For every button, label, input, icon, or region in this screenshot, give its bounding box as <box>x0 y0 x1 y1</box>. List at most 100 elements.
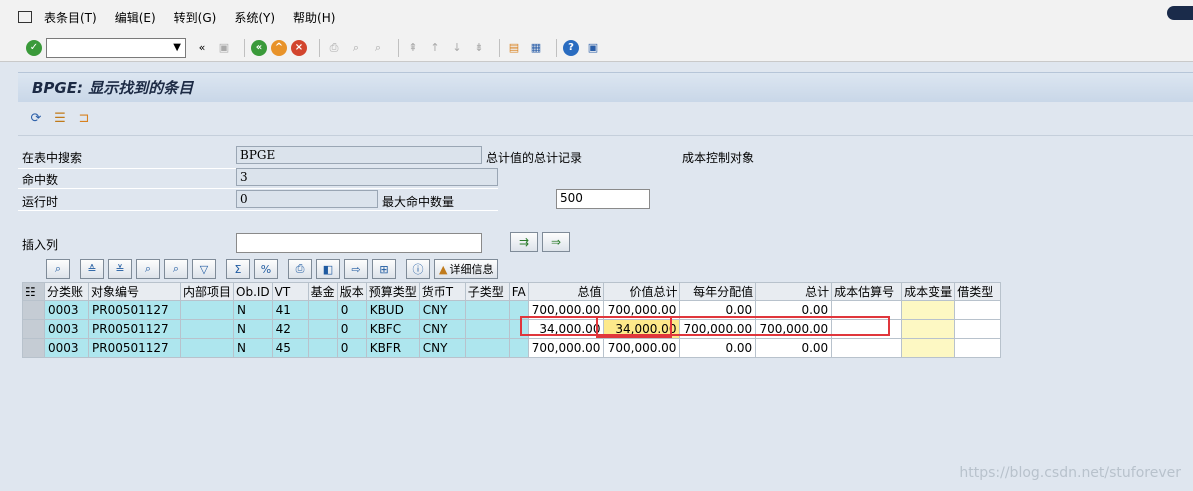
table-cell[interactable]: N <box>233 300 273 320</box>
column-header[interactable]: 成本变量 <box>901 282 956 301</box>
table-cell[interactable] <box>901 319 956 339</box>
find-icon[interactable]: ⌕ <box>348 40 364 56</box>
settings-icon[interactable]: ☰ <box>52 111 68 127</box>
enter-icon[interactable]: ✓ <box>26 39 42 56</box>
table-cell[interactable] <box>179 319 235 339</box>
select-all-header[interactable]: ☷ <box>22 282 45 301</box>
table-cell[interactable] <box>179 338 235 358</box>
column-header[interactable]: 总计 <box>755 282 833 301</box>
table-cell[interactable]: 0003 <box>44 338 89 358</box>
menu-item-system[interactable]: 系统(Y) <box>234 9 275 26</box>
menu-item-goto[interactable]: 转到(G) <box>174 9 217 26</box>
window-control-icon[interactable] <box>1167 6 1193 20</box>
table-cell[interactable]: 0.00 <box>679 338 757 358</box>
detail-view-button[interactable]: ⌕ <box>46 259 70 279</box>
table-cell[interactable]: KBFC <box>365 319 420 339</box>
column-header[interactable]: 基金 <box>307 282 338 301</box>
column-header[interactable]: 内部项目 <box>179 282 235 301</box>
row-selector[interactable] <box>22 300 45 320</box>
table-cell[interactable]: CNY <box>418 300 466 320</box>
insert-column-button[interactable]: ⇉ <box>510 232 538 252</box>
row-selector[interactable] <box>22 338 45 358</box>
table-cell[interactable]: CNY <box>418 338 466 358</box>
table-cell[interactable]: 0.00 <box>755 338 833 358</box>
column-header[interactable]: 分类账 <box>44 282 89 301</box>
collapse-icon[interactable]: « <box>194 40 210 56</box>
table-cell[interactable] <box>179 300 235 320</box>
print-icon[interactable]: ⎙ <box>326 40 342 56</box>
table-cell[interactable] <box>954 338 1002 358</box>
column-header[interactable]: VT <box>271 282 309 301</box>
menu-item-edit[interactable]: 编辑(E) <box>115 9 156 26</box>
table-cell[interactable] <box>831 338 903 358</box>
sort-ascending-button[interactable]: ≙ <box>80 259 104 279</box>
shortcut-icon[interactable]: ▦ <box>528 40 544 56</box>
table-cell[interactable] <box>954 300 1002 320</box>
column-header[interactable]: 借类型 <box>954 282 1002 301</box>
menu-item-table-entry[interactable]: 表条目(T) <box>44 9 97 26</box>
table-cell[interactable]: KBFR <box>365 338 420 358</box>
table-cell[interactable]: PR00501127 <box>88 300 181 320</box>
column-header[interactable]: 子类型 <box>464 282 510 301</box>
table-cell[interactable]: CNY <box>418 319 466 339</box>
table-cell[interactable] <box>307 338 338 358</box>
layout-icon[interactable]: ▣ <box>585 40 601 56</box>
table-cell[interactable]: 42 <box>271 319 309 339</box>
insert-column-input[interactable] <box>236 233 482 253</box>
find-button[interactable]: ⌕ <box>136 259 160 279</box>
apply-column-button[interactable]: ⇒ <box>542 232 570 252</box>
first-page-icon[interactable]: ⇞ <box>405 40 421 56</box>
column-header[interactable]: 预算类型 <box>365 282 420 301</box>
sum-button[interactable]: Σ <box>226 259 250 279</box>
new-session-icon[interactable]: ▤ <box>506 40 522 56</box>
dropdown-arrow-icon[interactable]: ▼ <box>173 42 181 53</box>
table-cell[interactable]: PR00501127 <box>88 338 181 358</box>
table-cell[interactable] <box>901 338 956 358</box>
print-button[interactable]: ⎙ <box>288 259 312 279</box>
refresh-icon[interactable]: ⟳ <box>28 111 44 127</box>
table-cell[interactable]: 700,000.00 <box>527 338 605 358</box>
table-cell[interactable]: 41 <box>271 300 309 320</box>
table-cell[interactable] <box>901 300 956 320</box>
table-cell[interactable] <box>954 319 1002 339</box>
table-cell[interactable] <box>307 300 338 320</box>
table-cell[interactable]: 0 <box>336 300 367 320</box>
table-row[interactable]: 0003 PR00501127 N 45 0 KBFR CNY 700,000.… <box>22 338 1002 358</box>
find-next-button[interactable]: ⌕ <box>164 259 188 279</box>
subtotal-button[interactable]: % <box>254 259 278 279</box>
sort-descending-button[interactable]: ≚ <box>108 259 132 279</box>
max-hits-input[interactable]: 500 <box>556 189 650 209</box>
table-cell[interactable]: 45 <box>271 338 309 358</box>
info-button[interactable]: ⓘ <box>406 259 430 279</box>
table-cell[interactable] <box>307 319 338 339</box>
column-header[interactable]: 货币T <box>418 282 466 301</box>
filter-button[interactable]: ▽ <box>192 259 216 279</box>
column-header[interactable]: FA <box>508 282 529 301</box>
find-next-icon[interactable]: ⌕ <box>370 40 386 56</box>
column-header[interactable]: 成本估算号 <box>831 282 903 301</box>
table-cell[interactable]: 0003 <box>44 300 89 320</box>
save-icon[interactable]: ▣ <box>216 40 232 56</box>
column-header[interactable]: 每年分配值 <box>679 282 757 301</box>
table-cell[interactable]: 700,000.00 <box>603 338 681 358</box>
table-cell[interactable] <box>464 338 510 358</box>
column-header[interactable]: 总值 <box>527 282 605 301</box>
table-cell[interactable]: N <box>233 338 273 358</box>
export-button[interactable]: ⇨ <box>344 259 368 279</box>
detail-info-button[interactable]: ▲ 详细信息 <box>434 259 499 279</box>
views-button[interactable]: ◧ <box>316 259 340 279</box>
column-header[interactable]: 对象编号 <box>88 282 181 301</box>
table-cell[interactable]: 0 <box>336 338 367 358</box>
back-icon[interactable]: « <box>251 39 267 56</box>
bracket-icon[interactable]: ⊐ <box>76 111 92 127</box>
menu-item-help[interactable]: 帮助(H) <box>293 9 335 26</box>
help-icon[interactable]: ? <box>563 39 579 56</box>
exit-icon[interactable]: ^ <box>271 39 287 56</box>
command-field[interactable]: ▼ <box>46 37 186 58</box>
menu-icon[interactable] <box>18 11 32 23</box>
table-cell[interactable]: N <box>233 319 273 339</box>
table-cell[interactable]: 0003 <box>44 319 89 339</box>
table-cell[interactable] <box>464 319 510 339</box>
table-cell[interactable] <box>464 300 510 320</box>
column-header[interactable]: Ob.ID <box>233 282 273 301</box>
